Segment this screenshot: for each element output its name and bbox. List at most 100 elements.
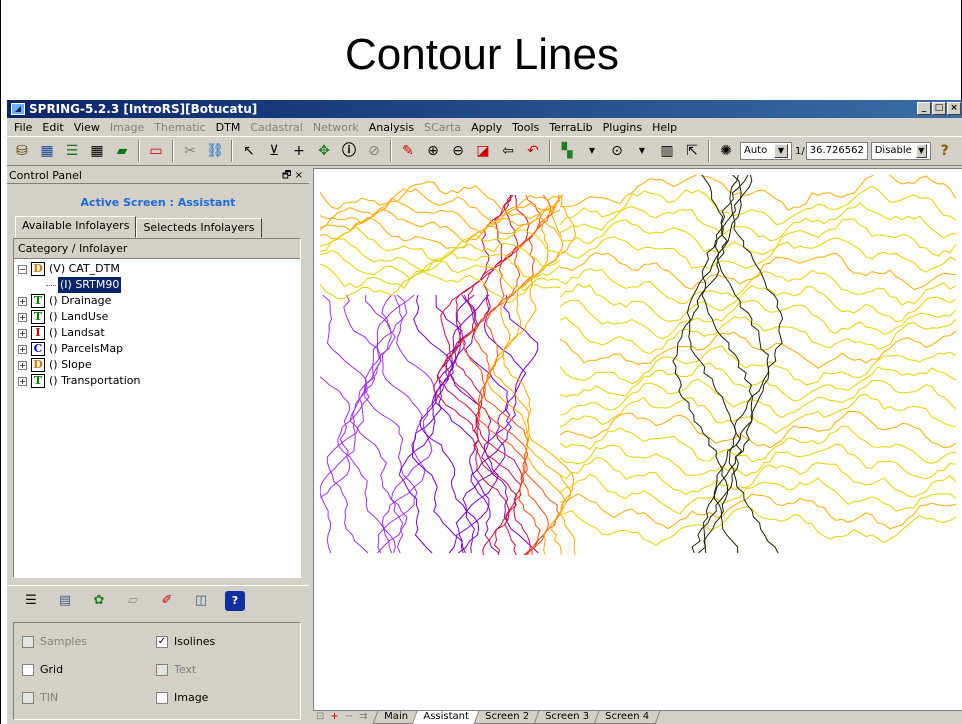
tree-item[interactable]: + C () ParcelsMap <box>18 341 300 357</box>
screen-remove-icon[interactable]: − <box>342 711 356 723</box>
menu-item-tools[interactable]: Tools <box>507 121 544 134</box>
visual-icon[interactable]: ✿ <box>89 591 109 611</box>
pan-icon[interactable]: ✥ <box>313 140 335 162</box>
grid-checkbox[interactable]: Grid <box>22 663 63 676</box>
menu-item-dtm[interactable]: DTM <box>211 121 246 134</box>
expand-icon[interactable]: + <box>18 328 27 338</box>
help-icon[interactable]: ? <box>934 140 956 162</box>
cursor-plus-icon[interactable]: ⇱ <box>681 140 703 162</box>
tree-item[interactable]: + T () LandUse <box>18 309 300 325</box>
query-icon[interactable]: ⊘ <box>363 140 385 162</box>
display-options-panel: Samples ✓ Isolines Grid Text TIN Image <box>13 622 301 720</box>
zoom-mode-select[interactable]: Auto ▼ <box>740 142 792 160</box>
tab-screen-4[interactable]: Screen 4 <box>593 711 661 724</box>
tree-item[interactable]: + D () Slope <box>18 357 300 373</box>
back-arrow-icon[interactable]: ⇦ <box>497 140 519 162</box>
edit-disabled-icon[interactable]: ▱ <box>123 591 143 611</box>
scissors-icon[interactable]: ✂ <box>179 140 201 162</box>
zoom-in-icon[interactable]: ⊕ <box>422 140 444 162</box>
screen-link-icon[interactable]: ⇉ <box>356 711 370 723</box>
collapse-icon[interactable]: − <box>18 264 27 274</box>
menu-item-terralib[interactable]: TerraLib <box>544 121 597 134</box>
screen-nav-box-icon[interactable]: ⊡ <box>313 711 327 723</box>
dropdown-arrow-icon[interactable]: ▼ <box>581 140 603 162</box>
draw-icon[interactable]: ▰ <box>111 140 133 162</box>
samples-checkbox[interactable]: Samples <box>22 635 87 648</box>
tree-item[interactable]: − D (V) CAT_DTM <box>18 261 300 277</box>
contour-line <box>559 175 956 212</box>
undo-icon[interactable]: ↶ <box>522 140 544 162</box>
menu-item-scarta[interactable]: SCarta <box>419 121 466 134</box>
layer-display-icon[interactable]: ▚ <box>556 140 578 162</box>
float-close-icon[interactable]: 🗗 × <box>282 168 303 184</box>
pointer-icon[interactable]: ↖ <box>238 140 260 162</box>
menu-item-analysis[interactable]: Analysis <box>364 121 419 134</box>
expand-icon[interactable]: + <box>18 360 27 370</box>
pencil-icon[interactable]: ✐ <box>157 591 177 611</box>
menu-item-plugins[interactable]: Plugins <box>598 121 647 134</box>
slide-title: Contour Lines <box>345 30 619 79</box>
tree-column-header: Category / Infolayer <box>14 239 300 259</box>
tree-item[interactable]: + T () Transportation <box>18 373 300 389</box>
expand-icon[interactable]: + <box>18 376 27 386</box>
expand-icon[interactable]: + <box>18 312 27 322</box>
table-icon[interactable]: ◫ <box>191 591 211 611</box>
database-icon[interactable]: ⛁ <box>11 140 33 162</box>
help-icon[interactable]: ? <box>225 590 245 611</box>
palette-icon[interactable]: ✺ <box>715 140 737 162</box>
tree-item[interactable]: + T () Drainage <box>18 293 300 309</box>
menu-item-network[interactable]: Network <box>308 121 364 134</box>
toolbar-separator <box>231 140 233 162</box>
grid-icon[interactable]: ▦ <box>86 140 108 162</box>
window-titlebar[interactable]: ◢ SPRING-5.2.3 [IntroRS][Botucatu] _ □ × <box>7 100 962 118</box>
zoom-out-icon[interactable]: ⊖ <box>447 140 469 162</box>
tab-assistant[interactable]: Assistant <box>411 711 481 724</box>
maximize-button[interactable]: □ <box>932 102 946 115</box>
zoom-scale-icon[interactable]: ⊙ <box>606 140 628 162</box>
map-display-area[interactable] <box>313 168 962 716</box>
close-button[interactable]: × <box>947 102 961 115</box>
tab-screen-2[interactable]: Screen 2 <box>473 711 541 724</box>
tab-selected-infolayers[interactable]: Selecteds Infolayers <box>136 218 262 238</box>
isolines-checkbox[interactable]: ✓ Isolines <box>156 635 215 648</box>
layers-icon[interactable]: ☰ <box>61 140 83 162</box>
text-checkbox[interactable]: Text <box>156 663 196 676</box>
tree-child-item[interactable]: (I) SRTM90 <box>18 277 300 293</box>
tab-available-infolayers[interactable]: Available Infolayers <box>15 216 137 238</box>
minimize-button[interactable]: _ <box>917 102 931 115</box>
menu-item-cadastral[interactable]: Cadastral <box>245 121 308 134</box>
link-icon[interactable]: ⛓ <box>204 140 226 162</box>
contour-line <box>462 194 542 555</box>
samples-checkbox-box <box>22 635 34 648</box>
menu-item-apply[interactable]: Apply <box>466 121 507 134</box>
tree-item[interactable]: + I () Landsat <box>18 325 300 341</box>
tab-screen-3[interactable]: Screen 3 <box>533 711 601 724</box>
contour-map[interactable] <box>320 175 956 555</box>
image-checkbox[interactable]: Image <box>156 691 208 704</box>
menu-item-edit[interactable]: Edit <box>37 121 68 134</box>
menu-item-thematic[interactable]: Thematic <box>149 121 210 134</box>
properties-icon[interactable]: ▤ <box>55 591 75 611</box>
menu-item-view[interactable]: View <box>69 121 105 134</box>
list-icon[interactable]: ☰ <box>21 591 41 611</box>
table-icon[interactable]: ▥ <box>656 140 678 162</box>
info-icon[interactable]: ⓘ <box>338 140 360 162</box>
screen-add-icon[interactable]: + <box>327 711 341 723</box>
window-title: SPRING-5.2.3 [IntroRS][Botucatu] <box>29 102 258 116</box>
capture-icon[interactable]: ⊻ <box>263 140 285 162</box>
dropdown-arrow-icon[interactable]: ▼ <box>631 140 653 162</box>
rectangle-icon[interactable]: ▭ <box>145 140 167 162</box>
menu-item-help[interactable]: Help <box>647 121 682 134</box>
contour-line <box>559 473 956 515</box>
scale-input[interactable]: 36.726562 <box>805 142 868 160</box>
expand-icon[interactable]: + <box>18 296 27 306</box>
menu-item-file[interactable]: File <box>9 121 37 134</box>
tin-checkbox[interactable]: TIN <box>22 691 58 704</box>
project-icon[interactable]: ▦ <box>36 140 58 162</box>
mode-select[interactable]: Disable ▼ <box>870 142 931 160</box>
cursor-cross-icon[interactable]: + <box>288 140 310 162</box>
zoom-area-icon[interactable]: ◪ <box>472 140 494 162</box>
menu-item-image[interactable]: Image <box>105 121 149 134</box>
expand-icon[interactable]: + <box>18 344 27 354</box>
edit-pencil-icon[interactable]: ✎ <box>397 140 419 162</box>
